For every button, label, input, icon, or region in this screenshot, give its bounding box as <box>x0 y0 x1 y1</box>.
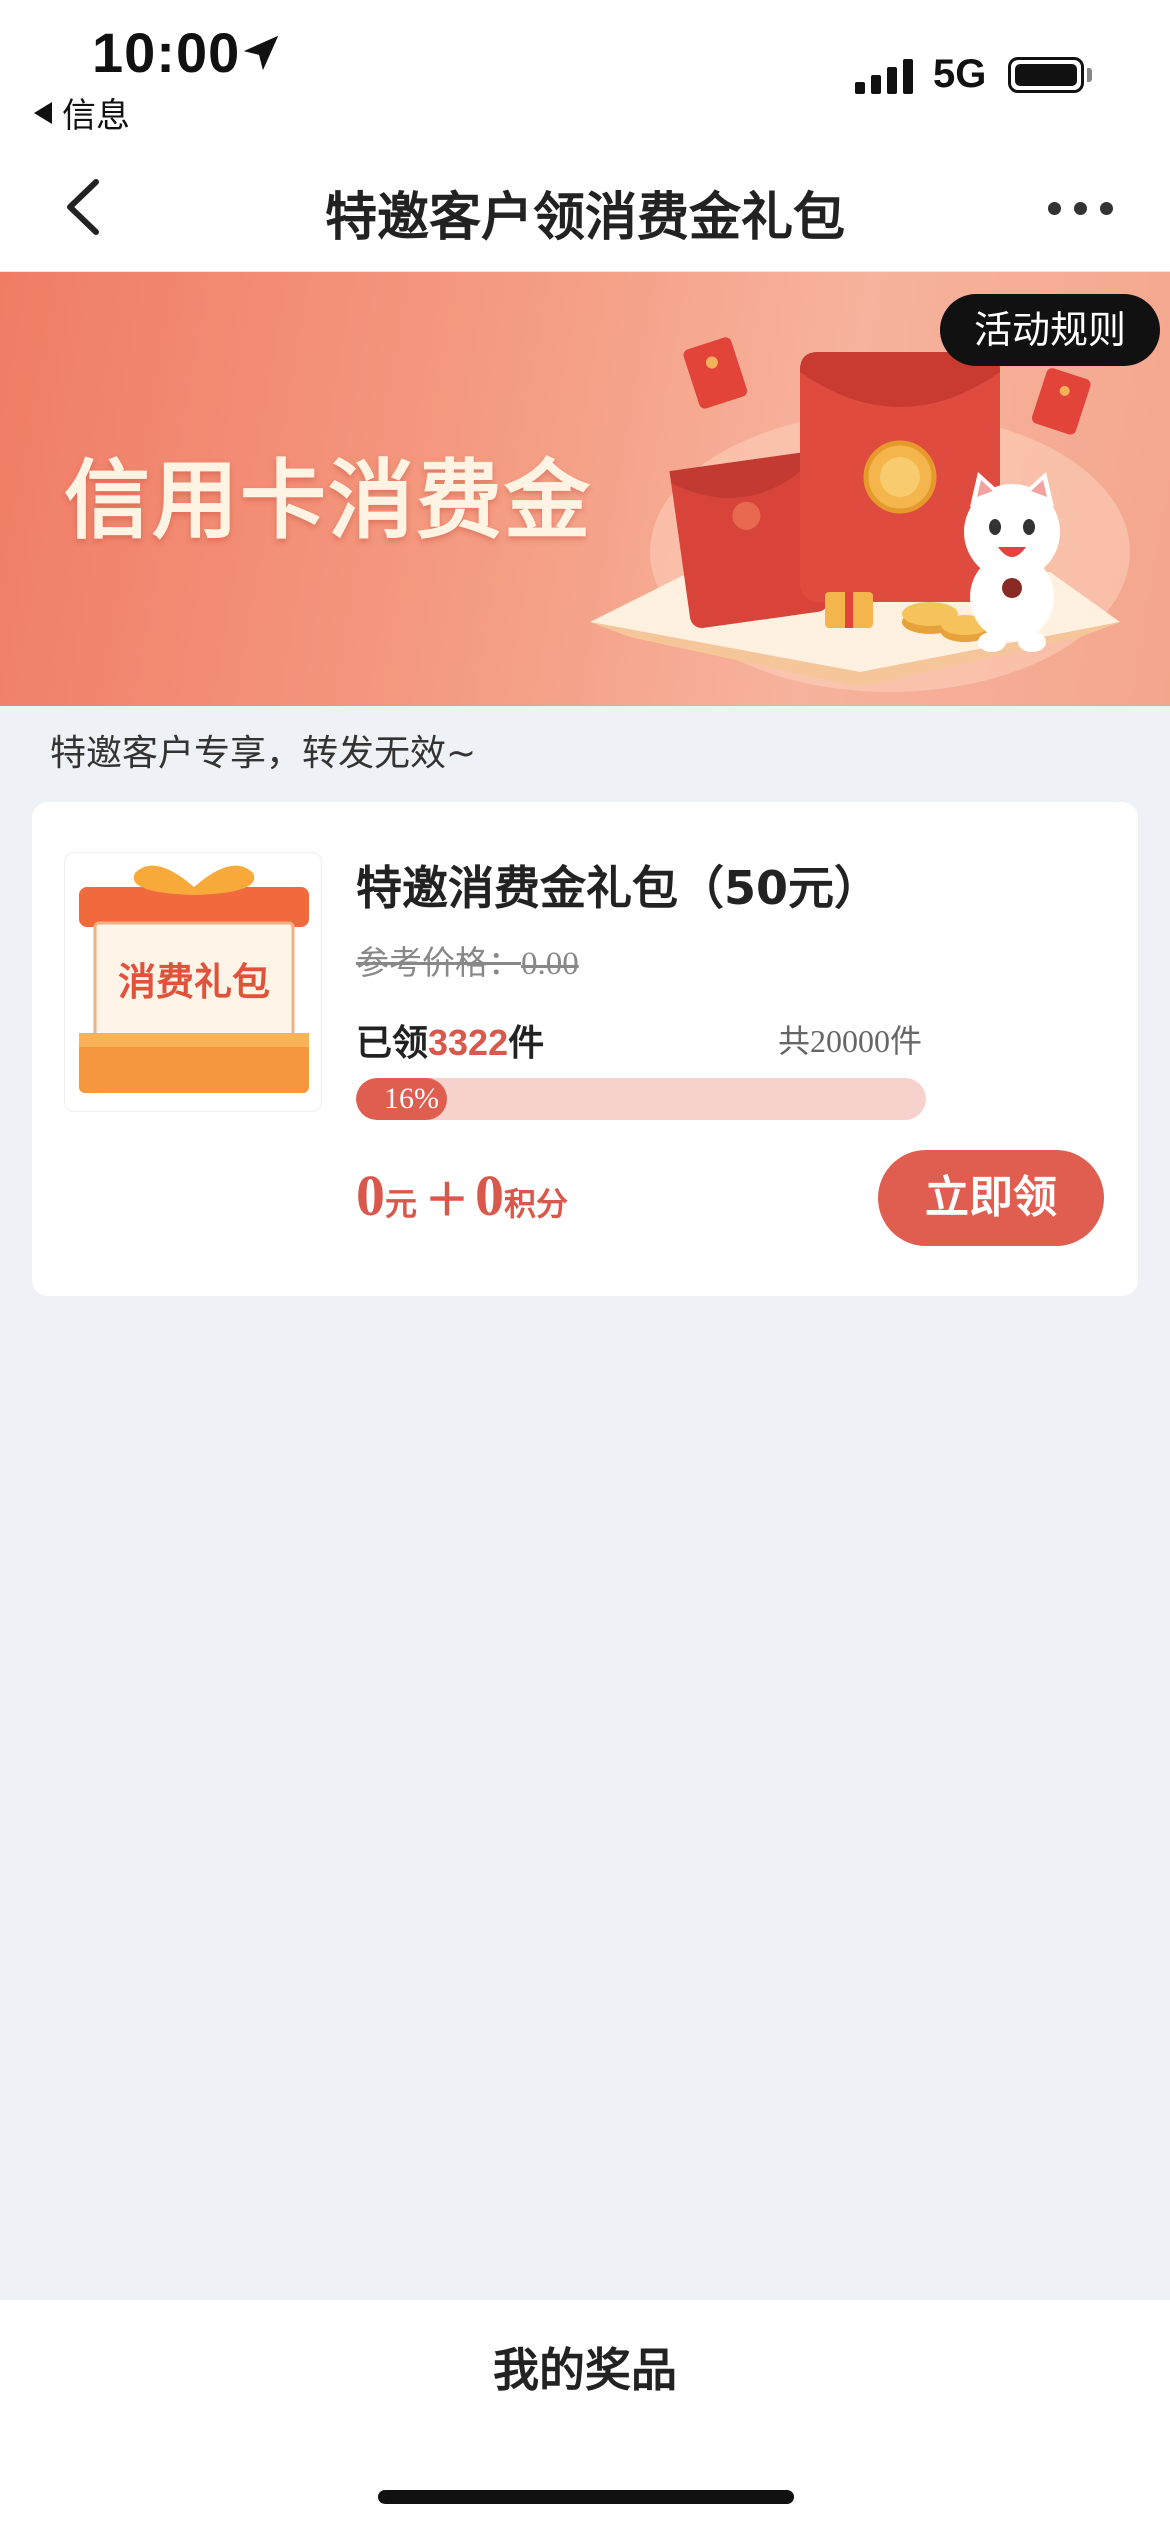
battery-cap <box>1087 68 1092 82</box>
gift-box-icon: 消费礼包 <box>79 865 309 1093</box>
promo-banner: 信用卡消费金 活动规则 <box>0 272 1170 706</box>
total-count: 共20000件 <box>778 1022 923 1060</box>
page-title: 特邀客户领消费金礼包 <box>324 188 845 248</box>
claimed-number: 3322 <box>428 1022 509 1063</box>
price-unit: 元 <box>385 1185 418 1223</box>
reference-price-value: 0.00 <box>521 946 579 982</box>
back-app-label: 信息 <box>62 96 130 136</box>
product-title: 特邀消费金礼包（50元） <box>356 861 881 915</box>
my-prizes-button[interactable]: 我的奖品 <box>0 2334 1170 2400</box>
back-to-app[interactable]: 信息 <box>34 88 130 137</box>
claim-progress-label: 16% <box>384 1082 439 1115</box>
exclusive-notice: 特邀客户专享，转发无效~ <box>50 733 477 774</box>
points-unit: 积分 <box>504 1185 569 1223</box>
location-arrow-icon <box>243 35 279 71</box>
nav-bar: 特邀客户领消费金礼包 <box>0 150 1170 272</box>
reference-price: 参考价格：0.00 <box>356 936 579 984</box>
banner-title: 信用卡消费金 <box>64 450 592 551</box>
product-card: 消费礼包 特邀消费金礼包（50元） 参考价格：0.00 已领3322件 共200… <box>32 802 1138 1296</box>
home-indicator[interactable] <box>378 2490 794 2504</box>
plus-sign: ＋ <box>425 1175 470 1226</box>
bottom-bar: 我的奖品 <box>0 2300 1170 2532</box>
claim-progress-bar: 16% <box>356 1078 926 1120</box>
network-type: 5G <box>933 52 987 96</box>
price-amount: 0 <box>356 1163 385 1228</box>
gift-box-image: 消费礼包 <box>64 852 322 1112</box>
more-options-icon[interactable] <box>1048 202 1113 215</box>
status-bar: 10:00 信息 5G <box>0 0 1170 150</box>
total-number: 20000 <box>810 1023 891 1059</box>
reference-price-label: 参考价格： <box>356 943 521 982</box>
battery-icon <box>1008 57 1084 93</box>
activity-rules-button[interactable]: 活动规则 <box>939 294 1160 366</box>
claimed-count: 已领3322件 <box>356 1022 545 1064</box>
svg-text:消费礼包: 消费礼包 <box>118 960 270 1004</box>
back-triangle-icon <box>34 101 52 124</box>
signal-icon <box>855 58 913 94</box>
status-time: 10:00 <box>92 21 241 84</box>
claim-now-button[interactable]: 立即领 <box>878 1150 1104 1246</box>
price-line: 0 元 ＋ 0 积分 <box>356 1162 568 1229</box>
points-amount: 0 <box>475 1163 505 1228</box>
